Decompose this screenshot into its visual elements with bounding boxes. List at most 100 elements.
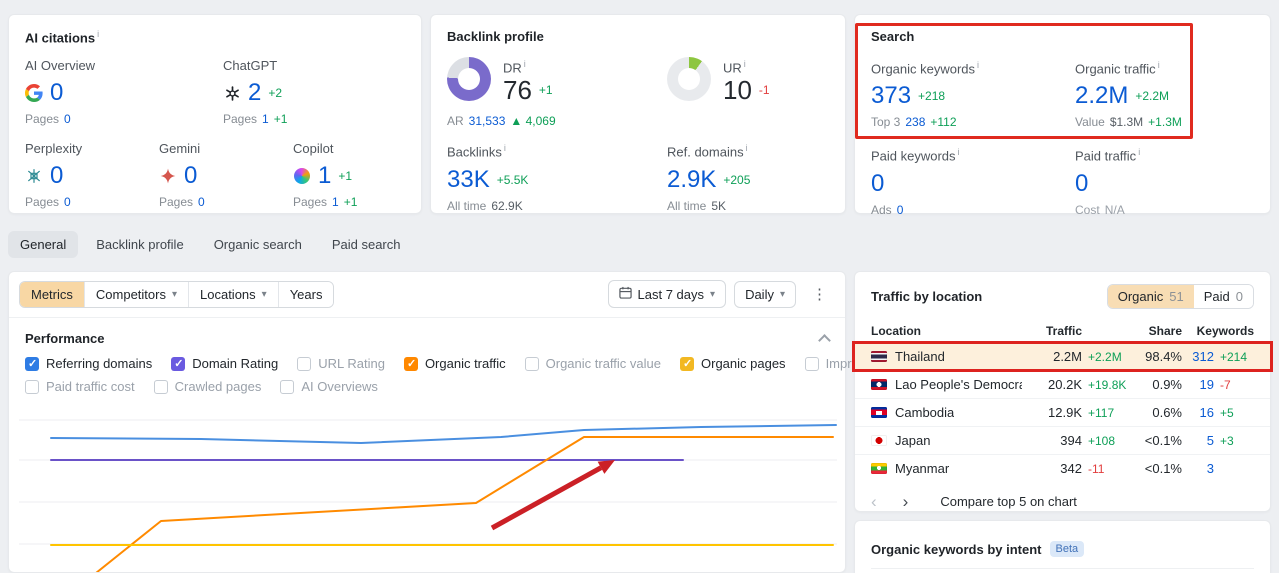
table-row-japan[interactable]: Japan 394 +108 <0.1% 5 +3	[855, 427, 1270, 455]
organic-keywords-by-intent-card: Organic keywords by intent Beta	[854, 520, 1271, 573]
checkbox-url-rating[interactable]: URL Rating	[297, 356, 385, 371]
top3-count-link[interactable]: 238	[905, 115, 925, 129]
copilot-count: 1	[318, 162, 332, 190]
paid-keywords-count: 0	[871, 169, 885, 197]
checkbox-organic-traffic-value[interactable]: Organic traffic value	[524, 356, 661, 371]
metrics-button[interactable]: Metrics	[20, 281, 84, 307]
checkbox-icon	[524, 356, 539, 371]
ai-citations-card: AI citations i AI Overview 0 Pages 0 ChatG…	[8, 14, 422, 214]
metric-checkbox-row-1: Referring domains Domain Rating URL Rati…	[9, 348, 997, 371]
thailand-flag-icon	[871, 351, 887, 362]
info-icon: i	[1138, 147, 1141, 158]
dashboard: AI citations i AI Overview 0 Pages 0 ChatG…	[0, 0, 1279, 573]
years-button[interactable]: Years	[277, 281, 334, 307]
keywords-count-link[interactable]: 3	[1182, 461, 1214, 476]
compare-top5-link[interactable]: Compare top 5 on chart	[940, 494, 1077, 509]
paid-traffic-count: 0	[1075, 169, 1089, 197]
pages-count-link[interactable]: 0	[198, 195, 205, 209]
organic-keywords-by-intent-title: Organic keywords by intent	[871, 541, 1042, 557]
locations-dropdown[interactable]: Locations ▾	[188, 281, 278, 307]
laos-flag-icon	[871, 379, 887, 390]
checkbox-icon	[25, 356, 39, 371]
metric-perplexity: Perplexity 0 Pages 0	[25, 141, 83, 210]
gemini-icon	[159, 167, 177, 185]
google-icon	[25, 84, 43, 103]
keywords-count-link[interactable]: 16	[1182, 405, 1214, 420]
checkbox-referring-domains[interactable]: Referring domains	[25, 356, 152, 371]
tab-organic-search[interactable]: Organic search	[202, 231, 314, 258]
tab-paid-search[interactable]: Paid search	[320, 231, 413, 258]
chart-mode-segmented-control: Metrics Competitors ▾ Locations ▾ Years	[19, 280, 335, 308]
info-icon: i	[523, 59, 526, 69]
cambodia-flag-icon	[871, 407, 887, 418]
table-row-laos[interactable]: Lao People's Democratic Reput 20.2K +19.…	[855, 371, 1270, 399]
ref-domains-count-link[interactable]: 2.9K	[667, 166, 716, 194]
keywords-count-link[interactable]: 312	[1182, 349, 1214, 364]
checkbox-icon	[297, 356, 312, 371]
pages-count-link[interactable]: 0	[64, 195, 71, 209]
metric-domain-rating: DR i 76 +1 AR 31,533 ▲ 4,069	[447, 57, 556, 129]
table-row-myanmar[interactable]: Myanmar 342 -11 <0.1% 3	[855, 455, 1270, 483]
backlinks-count-link[interactable]: 33K	[447, 166, 490, 194]
metric-organic-keywords: Organic keywords i 373 +218 Top 3 238 +112	[871, 60, 980, 130]
organic-toggle-button[interactable]: Organic 51	[1107, 285, 1194, 308]
metric-url-rating: UR i 10 -1	[667, 57, 770, 128]
granularity-dropdown[interactable]: Daily ▾	[734, 280, 796, 308]
location-table-header: Location Traffic Share Keywords	[855, 319, 1270, 343]
tab-general[interactable]: General	[8, 231, 79, 258]
metric-chatgpt: ChatGPT 2 +2 Pages 1 +1	[223, 58, 288, 127]
location-table-footer: ‹ › Compare top 5 on chart	[855, 483, 1270, 520]
traffic-by-location-card: Traffic by location Organic 51 Paid 0 Loca…	[852, 271, 1273, 512]
performance-line-chart	[19, 419, 837, 572]
dr-value: 76	[503, 75, 532, 106]
copilot-icon	[293, 167, 311, 185]
metric-copilot: Copilot 1 +1 Pages 1 +1	[293, 141, 358, 210]
metric-paid-traffic: Paid traffic i 0 Cost N/A	[1075, 147, 1141, 217]
metric-backlinks: Backlinks i 33K +5.5K All time 62.9K	[447, 143, 529, 213]
collapse-chevron-icon[interactable]	[818, 334, 831, 347]
checkbox-icon	[403, 356, 418, 371]
gemini-count: 0	[184, 162, 198, 190]
tab-backlink-profile[interactable]: Backlink profile	[84, 231, 195, 258]
more-options-menu-icon[interactable]: ⋮	[804, 285, 835, 303]
ar-value-link[interactable]: 31,533	[469, 114, 506, 128]
traffic-by-location-title: Traffic by location	[871, 289, 983, 304]
checkbox-domain-rating[interactable]: Domain Rating	[171, 356, 278, 371]
checkbox-organic-pages[interactable]: Organic pages	[680, 356, 786, 371]
section-tabs: General Backlink profile Organic search …	[8, 231, 413, 258]
pages-count-link[interactable]: 1	[262, 112, 269, 126]
paid-toggle-button[interactable]: Paid 0	[1193, 285, 1253, 308]
table-row-cambodia[interactable]: Cambodia 12.9K +117 0.6% 16 +5	[855, 399, 1270, 427]
checkbox-organic-traffic[interactable]: Organic traffic	[403, 356, 506, 371]
previous-page-icon[interactable]: ‹	[871, 493, 877, 510]
myanmar-flag-icon	[871, 463, 887, 474]
performance-chart-card: Metrics Competitors ▾ Locations ▾ Years La…	[8, 271, 997, 573]
ads-count-link[interactable]: 0	[897, 203, 904, 217]
info-icon: i	[503, 143, 506, 154]
chevron-down-icon: ▾	[171, 288, 177, 300]
info-icon: i	[97, 29, 100, 39]
metric-ref-domains: Ref. domains i 2.9K +205 All time 5K	[667, 143, 751, 213]
divider	[871, 568, 1254, 569]
organic-keywords-count-link[interactable]: 373	[871, 82, 911, 110]
chevron-down-icon: ▾	[779, 288, 785, 300]
pages-count-link[interactable]: 0	[64, 112, 71, 126]
metric-organic-traffic: Organic traffic i 2.2M +2.2M Value $1.3M +1.…	[1075, 60, 1182, 130]
keywords-count-link[interactable]: 19	[1182, 377, 1214, 392]
organic-traffic-count-link[interactable]: 2.2M	[1075, 82, 1128, 110]
perplexity-icon	[25, 167, 43, 185]
checkbox-icon	[804, 356, 819, 371]
table-row-thailand[interactable]: Thailand 2.2M +2.2M 98.4% 312 +214	[852, 341, 1273, 372]
date-range-dropdown[interactable]: Last 7 days ▾	[607, 280, 727, 308]
ur-value: 10	[723, 75, 752, 106]
calendar-icon	[618, 286, 632, 302]
pages-count-link[interactable]: 1	[332, 195, 339, 209]
ur-donut-chart	[667, 57, 711, 101]
keywords-count-link[interactable]: 5	[1182, 433, 1214, 448]
next-page-icon[interactable]: ›	[903, 493, 909, 510]
perplexity-count: 0	[50, 162, 64, 190]
search-card: Search Organic keywords i 373 +218 Top 3 23…	[854, 14, 1271, 217]
info-icon: i	[1157, 60, 1160, 70]
competitors-dropdown[interactable]: Competitors ▾	[83, 281, 188, 307]
chatgpt-icon	[223, 84, 241, 102]
